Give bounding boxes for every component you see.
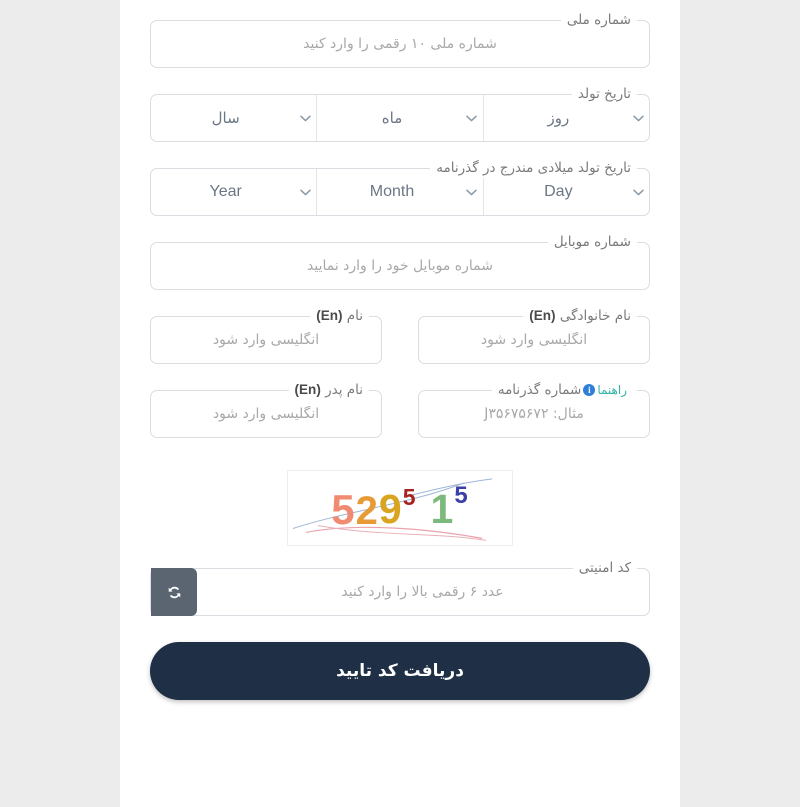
captcha-image: 5 2 9 5 1 5 bbox=[287, 470, 513, 546]
birth-date-year-select[interactable]: سال bbox=[151, 95, 316, 141]
mobile-label: شماره موبایل bbox=[547, 232, 637, 252]
security-code-field[interactable]: کد امنیتی bbox=[150, 558, 650, 616]
last-name-en-label: نام خانوادگی (En) bbox=[523, 306, 637, 326]
captcha-digit: 2 bbox=[355, 488, 379, 533]
last-name-en-field[interactable]: نام خانوادگی (En) bbox=[418, 306, 650, 364]
father-name-en-column: نام پدر (En) bbox=[150, 380, 382, 464]
father-name-en-field[interactable]: نام پدر (En) bbox=[150, 380, 382, 438]
passport-birth-date-year-select[interactable]: Year bbox=[151, 169, 316, 215]
first-name-en-label: نام (En) bbox=[310, 306, 369, 326]
chevron-down-icon bbox=[294, 115, 316, 122]
chevron-down-icon bbox=[627, 115, 649, 122]
refresh-icon bbox=[166, 584, 183, 601]
security-code-label: کد امنیتی bbox=[572, 558, 637, 578]
captcha-image-wrapper: 5 2 9 5 1 5 bbox=[150, 470, 650, 546]
passport-number-label: راهنماiشماره گذرنامه bbox=[491, 380, 637, 400]
birth-date-day-value: روز bbox=[547, 109, 570, 127]
passport-father-row: راهنماiشماره گذرنامه نام پدر (En) bbox=[150, 380, 650, 464]
national-id-field[interactable]: شماره ملی bbox=[150, 10, 650, 68]
birth-date-month-value: ماه bbox=[381, 109, 403, 127]
passport-birth-date-month-value: Month bbox=[369, 183, 415, 200]
birth-date-month-select[interactable]: ماه bbox=[316, 95, 482, 141]
passport-birth-date-label: تاریخ تولد میلادی مندرج در گذرنامه bbox=[430, 158, 637, 178]
captcha-digits: 5 2 9 5 1 5 bbox=[288, 471, 512, 545]
birth-date-label: تاریخ تولد bbox=[571, 84, 637, 104]
captcha-digit: 9 bbox=[378, 485, 403, 532]
national-id-label: شماره ملی bbox=[560, 10, 637, 30]
refresh-captcha-button[interactable] bbox=[151, 568, 197, 616]
passport-birth-date-field[interactable]: تاریخ تولد میلادی مندرج در گذرنامه Day M… bbox=[150, 158, 650, 216]
registration-form-card: شماره ملی تاریخ تولد روز ماه bbox=[120, 0, 680, 807]
birth-date-year-value: سال bbox=[211, 109, 240, 127]
captcha-digit: 5 bbox=[331, 486, 356, 533]
captcha-digit: 5 bbox=[454, 482, 469, 509]
mobile-field[interactable]: شماره موبایل bbox=[150, 232, 650, 290]
chevron-down-icon bbox=[294, 189, 316, 196]
chevron-down-icon bbox=[627, 189, 649, 196]
info-circle-icon: i bbox=[583, 384, 596, 396]
page-root: شماره ملی تاریخ تولد روز ماه bbox=[0, 0, 800, 807]
captcha-digit: 1 bbox=[430, 485, 455, 532]
passport-guide-link[interactable]: راهنماi bbox=[581, 383, 627, 397]
passport-birth-date-year-value: Year bbox=[209, 183, 242, 200]
father-name-en-label: نام پدر (En) bbox=[288, 380, 369, 400]
first-name-en-field[interactable]: نام (En) bbox=[150, 306, 382, 364]
captcha-digit: 5 bbox=[402, 483, 417, 510]
passport-number-field[interactable]: راهنماiشماره گذرنامه bbox=[418, 380, 650, 438]
passport-number-column: راهنماiشماره گذرنامه bbox=[418, 380, 650, 464]
name-en-row: نام خانوادگی (En) نام (En) bbox=[150, 306, 650, 390]
birth-date-field[interactable]: تاریخ تولد روز ماه سال bbox=[150, 84, 650, 142]
last-name-en-column: نام خانوادگی (En) bbox=[418, 306, 650, 390]
chevron-down-icon bbox=[461, 115, 483, 122]
submit-button[interactable]: دریافت کد تایید bbox=[150, 642, 650, 700]
chevron-down-icon bbox=[461, 189, 483, 196]
passport-birth-date-day-value: Day bbox=[544, 183, 573, 200]
first-name-en-column: نام (En) bbox=[150, 306, 382, 390]
